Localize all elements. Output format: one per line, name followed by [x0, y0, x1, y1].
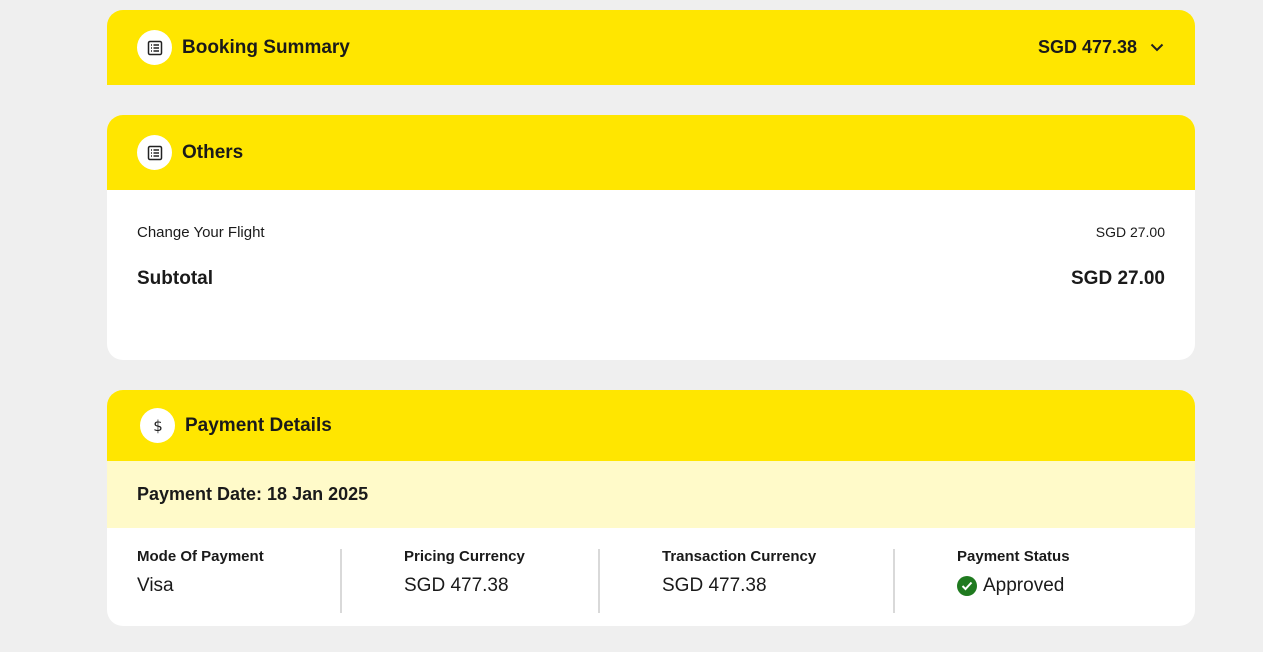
payment-status-text: Approved: [983, 575, 1065, 596]
payment-details-title: Payment Details: [185, 414, 332, 436]
mode-of-payment-value: Visa: [137, 575, 174, 596]
pricing-currency-column: Pricing Currency SGD 477.38: [342, 548, 598, 626]
subtotal-row: Subtotal SGD 27.00: [107, 244, 1195, 314]
payment-details-header: $ Payment Details: [107, 390, 1195, 461]
booking-summary-header[interactable]: Booking Summary SGD 477.38: [107, 10, 1195, 85]
booking-summary-total: SGD 477.38: [1037, 37, 1137, 57]
subtotal-amount: SGD 27.00: [1071, 268, 1165, 289]
payment-date-text: Payment Date: 18 Jan 2025: [137, 484, 369, 504]
payment-status-label: Payment Status: [957, 548, 1070, 565]
transaction-currency-value: SGD 477.38: [662, 575, 767, 596]
line-item-amount: SGD 27.00: [1095, 224, 1165, 240]
payment-details-row: Mode Of Payment Visa Pricing Currency SG…: [107, 528, 1195, 626]
mode-of-payment-label: Mode Of Payment: [137, 548, 264, 565]
booking-summary-title: Booking Summary: [182, 36, 350, 58]
others-title: Others: [182, 141, 244, 163]
check-circle-icon: [957, 576, 977, 596]
subtotal-label: Subtotal: [137, 268, 213, 289]
booking-summary-card: Booking Summary SGD 477.38: [107, 10, 1195, 85]
receipt-icon: [137, 30, 172, 65]
dollar-icon: $: [140, 408, 175, 443]
mode-of-payment-column: Mode Of Payment Visa: [107, 548, 340, 626]
transaction-currency-column: Transaction Currency SGD 477.38: [600, 548, 893, 626]
line-item-label: Change Your Flight: [137, 223, 265, 241]
chevron-down-icon[interactable]: [1149, 40, 1165, 56]
pricing-currency-label: Pricing Currency: [404, 548, 525, 565]
payment-details-card: $ Payment Details Payment Date: 18 Jan 2…: [107, 390, 1195, 626]
payment-date: Payment Date: 18 Jan 2025: [107, 461, 1195, 528]
receipt-icon: [137, 135, 172, 170]
transaction-currency-label: Transaction Currency: [662, 548, 817, 565]
payment-status-column: Payment Status Approved: [895, 548, 1070, 626]
others-header: Others: [107, 115, 1195, 190]
payment-status-value: Approved: [957, 575, 1070, 597]
others-card: Others Change Your Flight SGD 27.00 Subt…: [107, 115, 1195, 360]
pricing-currency-value: SGD 477.38: [404, 575, 509, 596]
svg-text:$: $: [153, 417, 163, 435]
